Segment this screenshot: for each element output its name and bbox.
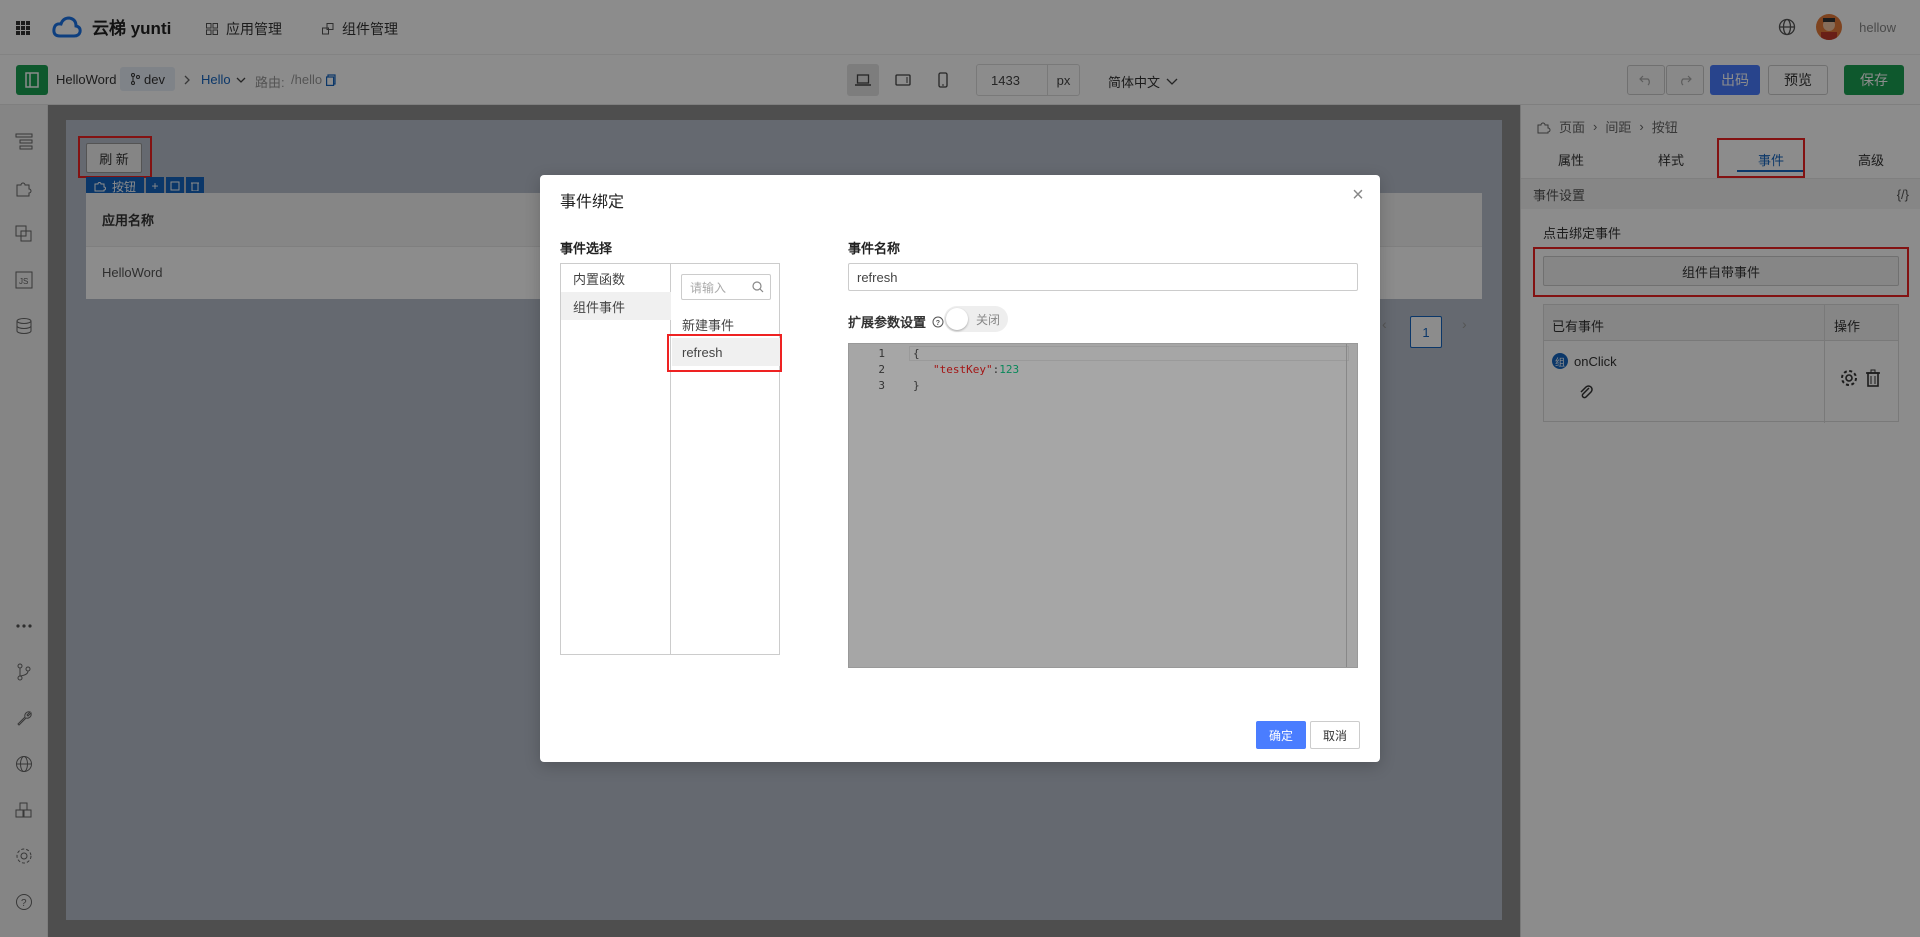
event-name-label: 事件名称	[848, 241, 901, 256]
code-editor[interactable]: 1 2 3 { "testKey":123 }	[848, 343, 1358, 668]
code-line: "testKey":123	[933, 363, 1020, 376]
search-icon	[752, 281, 764, 293]
event-name-input[interactable]: refresh	[848, 263, 1358, 291]
ext-params-toggle[interactable]: 关闭	[944, 306, 1008, 332]
line-number: 3	[878, 379, 885, 392]
code-line: {	[913, 347, 920, 360]
help-icon[interactable]: ?	[932, 316, 944, 328]
confirm-button[interactable]: 确定	[1256, 721, 1306, 749]
event-search-input[interactable]: 请输入	[681, 274, 771, 300]
dialog-title: 事件绑定	[560, 194, 625, 211]
code-line: }	[913, 379, 920, 392]
ext-label-text: 扩展参数设置	[848, 315, 927, 330]
line-number: 2	[878, 363, 885, 376]
line-number: 1	[878, 347, 885, 360]
event-select-label: 事件选择	[560, 241, 613, 256]
ext-params-label: 扩展参数设置 ?	[848, 312, 944, 331]
svg-text:?: ?	[936, 320, 940, 327]
cancel-button[interactable]: 取消	[1310, 721, 1360, 749]
close-icon[interactable]: ×	[1348, 185, 1368, 205]
category-builtin[interactable]: 内置函数	[561, 264, 671, 292]
modal-overlay	[1520, 105, 1920, 937]
code-key: "testKey"	[933, 363, 993, 376]
category-component-events[interactable]: 组件事件	[561, 292, 671, 320]
event-item-refresh[interactable]: refresh	[672, 338, 780, 366]
event-selector: 内置函数 组件事件 请输入 新建事件 refresh	[560, 263, 780, 655]
search-placeholder: 请输入	[690, 280, 727, 295]
modal-overlay	[0, 0, 1920, 105]
toggle-text: 关闭	[976, 312, 1001, 327]
code-number: 123	[999, 363, 1020, 376]
new-event-item[interactable]: 新建事件	[672, 310, 780, 338]
event-binding-dialog: 事件绑定 × 事件选择 事件名称 内置函数 组件事件 请输入 新建事件 refr…	[540, 175, 1380, 762]
